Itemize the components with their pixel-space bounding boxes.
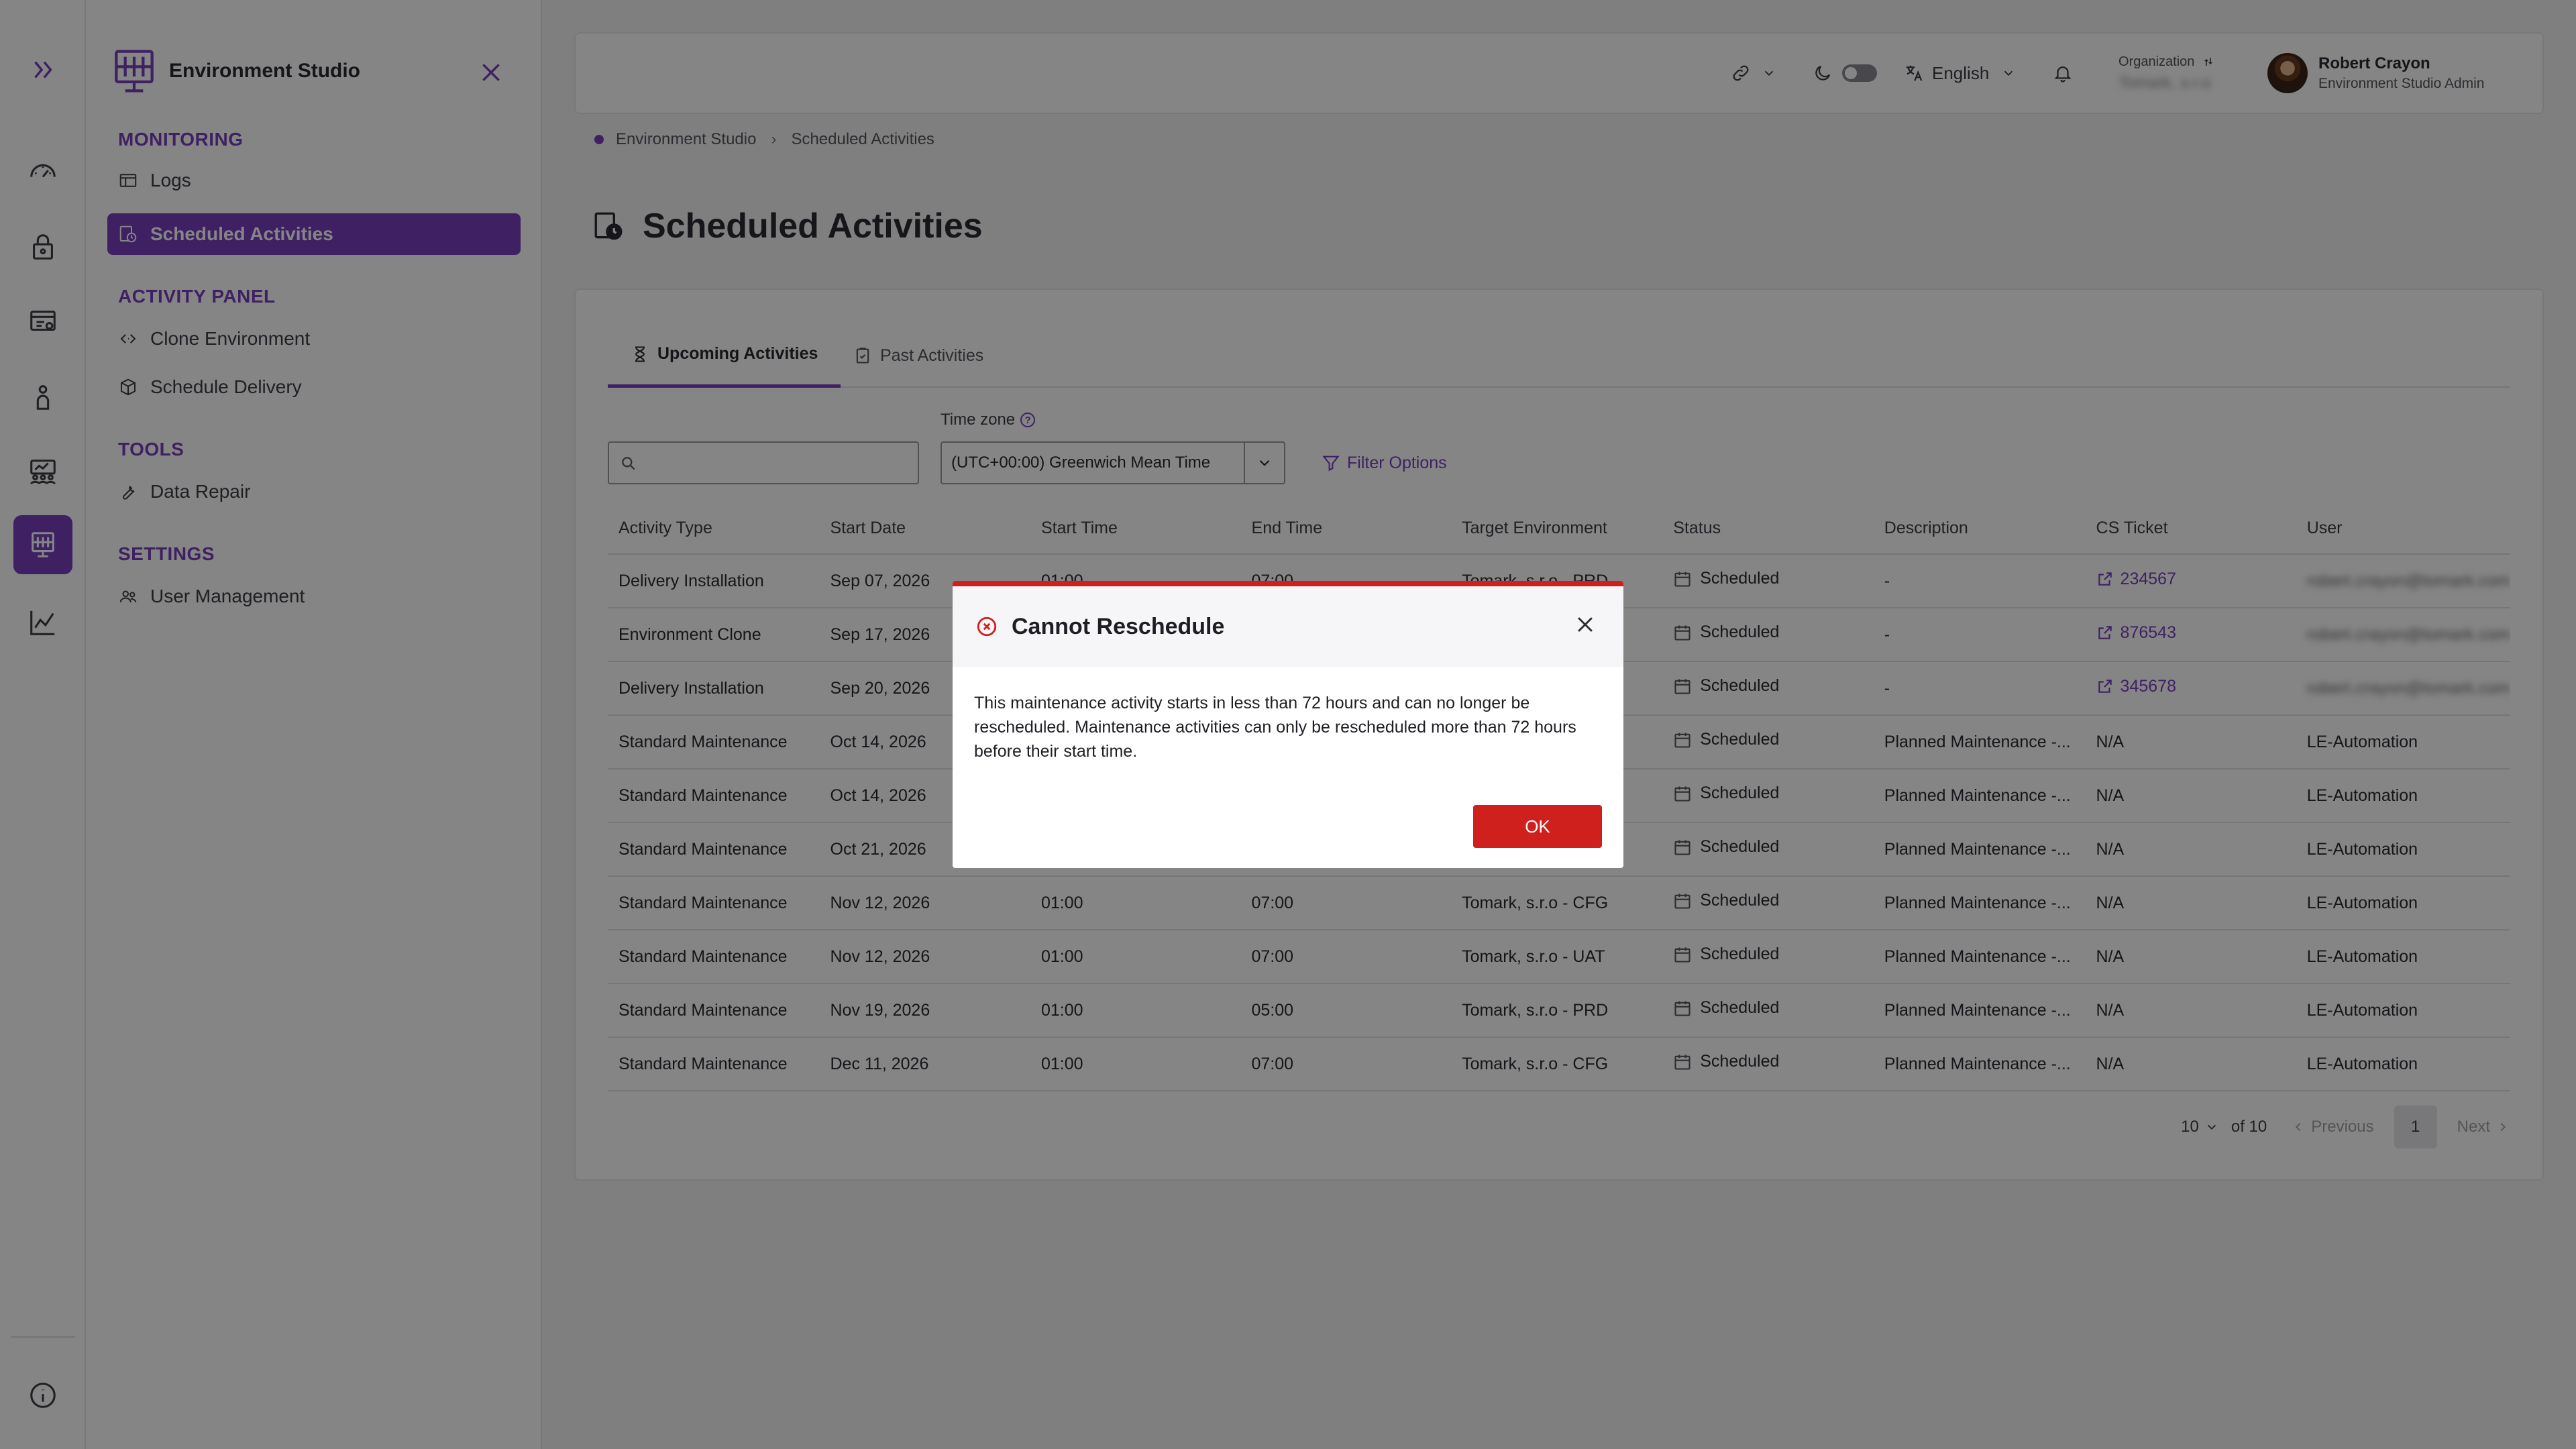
dialog-message: This maintenance activity starts in less… xyxy=(974,694,1576,761)
dialog-header: Cannot Reschedule xyxy=(953,586,1623,667)
error-circle-icon xyxy=(977,616,997,637)
cannot-reschedule-dialog: Cannot Reschedule This maintenance activ… xyxy=(953,581,1623,868)
dialog-title: Cannot Reschedule xyxy=(1012,613,1225,639)
close-dialog-icon[interactable] xyxy=(1574,613,1597,636)
ok-button[interactable]: OK xyxy=(1473,805,1602,848)
